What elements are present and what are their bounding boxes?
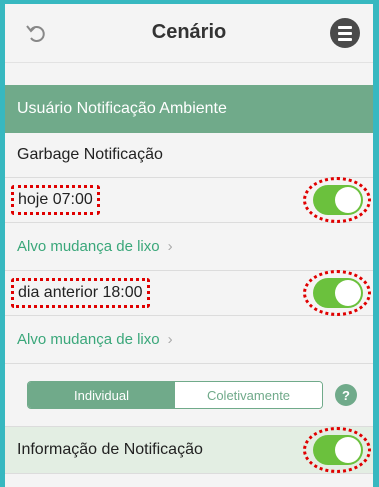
time-label-1: hoje 07:00: [11, 185, 100, 215]
page-title: Cenário: [151, 21, 227, 43]
help-icon[interactable]: ?: [335, 384, 357, 406]
mode-collective[interactable]: Coletivamente: [175, 382, 322, 408]
link-label-1: Alvo mudança de lixo: [17, 238, 160, 255]
section-title: Usuário Notificação Ambiente: [5, 85, 373, 133]
time-label-2: dia anterior 18:00: [11, 278, 150, 308]
mode-row: Individual Coletivamente ?: [5, 364, 373, 427]
garbage-target-link-1[interactable]: Alvo mudança de lixo ›: [5, 223, 373, 271]
link-label-2: Alvo mudança de lixo: [17, 331, 160, 348]
toggle-switch-1[interactable]: [313, 185, 363, 215]
mode-segmented-control[interactable]: Individual Coletivamente: [27, 381, 323, 409]
spacer: [5, 63, 373, 85]
toggle-switch-2[interactable]: [313, 278, 363, 308]
chevron-right-icon: ›: [167, 238, 173, 255]
garbage-target-link-2[interactable]: Alvo mudança de lixo ›: [5, 316, 373, 364]
garbage-notification-label: Garbage Notificação: [5, 133, 373, 178]
info-notification-row[interactable]: Informação de Notificação: [5, 427, 373, 474]
menu-icon[interactable]: [330, 18, 360, 48]
chevron-right-icon: ›: [167, 331, 173, 348]
garbage-time-row-1[interactable]: hoje 07:00: [5, 177, 373, 223]
mode-individual[interactable]: Individual: [28, 382, 175, 408]
info-notification-label: Informação de Notificação: [17, 441, 203, 458]
top-bar: Cenário: [5, 4, 373, 63]
app-frame: Cenário Usuário Notificação Ambiente Gar…: [5, 4, 373, 487]
toggle-switch-info[interactable]: [313, 435, 363, 465]
garbage-time-row-2[interactable]: dia anterior 18:00: [5, 270, 373, 316]
